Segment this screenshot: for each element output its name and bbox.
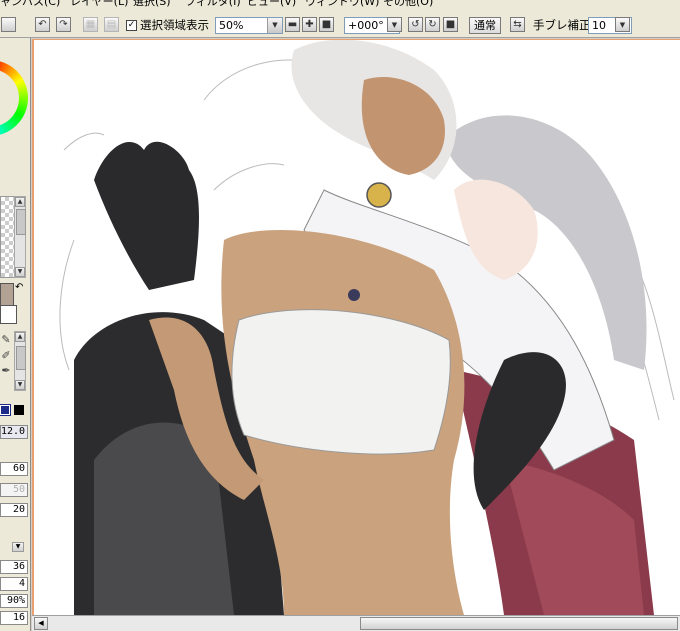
redo-icon: ↷: [59, 19, 68, 30]
brush-tool-icon[interactable]: ✎: [0, 334, 12, 346]
rotate-reset-button[interactable]: ■: [443, 17, 458, 32]
brush-shape-square[interactable]: [14, 405, 24, 415]
flip-button[interactable]: ⇆: [510, 17, 525, 32]
foreground-color-swatch[interactable]: [0, 283, 14, 307]
eraser-tool-icon[interactable]: ✐: [0, 350, 12, 362]
undo-icon: ↶: [38, 19, 47, 30]
deselect-icon: ▦: [85, 19, 96, 30]
scroll-thumb[interactable]: [16, 209, 26, 235]
rotation-value: +000°: [348, 19, 384, 32]
drawing-canvas[interactable]: [32, 39, 680, 615]
param-c-value[interactable]: 90%: [0, 594, 28, 608]
param-a-value[interactable]: 36: [0, 560, 28, 574]
zoom-value: 50%: [219, 19, 244, 32]
arrow-up-icon[interactable]: ▲: [15, 332, 25, 342]
rotate-ccw-button[interactable]: ↺: [408, 17, 423, 32]
minus-icon: ▬: [287, 19, 298, 30]
color-wheel[interactable]: [0, 60, 28, 136]
redo-button[interactable]: ↷: [56, 17, 71, 32]
brush-size-value[interactable]: 12.0: [0, 425, 28, 439]
show-selection-checkbox[interactable]: ✓: [126, 20, 137, 31]
param-b-value[interactable]: 4: [0, 577, 28, 591]
arrow-down-icon[interactable]: ▼: [15, 267, 25, 277]
swatch-scrollbar[interactable]: ▲ ▼: [14, 196, 26, 278]
arrow-left-icon[interactable]: ◀: [34, 617, 48, 630]
scroll-thumb[interactable]: [360, 617, 678, 630]
density-value[interactable]: 60: [0, 462, 28, 476]
menu-other[interactable]: その他(O): [383, 0, 433, 9]
background-color-swatch[interactable]: [0, 305, 17, 324]
zoom-in-button[interactable]: ✚: [302, 17, 317, 32]
toolbar: ↶ ↷ ▦ ▤ ✓ 選択領域表示 50% ▼ ▬ ✚ ■ +000° ▼ ↺ ↻…: [0, 9, 680, 38]
show-selection-label: 選択領域表示: [140, 18, 209, 32]
arrow-down-icon[interactable]: ▼: [12, 542, 24, 552]
menu-canvas[interactable]: ャンバス(C): [0, 0, 60, 9]
param-d-value[interactable]: 16: [0, 611, 28, 625]
stabilizer-label: 手ブレ補正: [533, 18, 591, 32]
clear-selection-button[interactable]: ▤: [104, 17, 119, 32]
menu-selection[interactable]: 選択(S): [133, 0, 171, 9]
chevron-down-icon: ▼: [391, 21, 398, 29]
tool-options-button[interactable]: [1, 17, 16, 32]
brush-shape-round[interactable]: [0, 404, 11, 416]
menu-layer[interactable]: レイヤー(L): [70, 0, 128, 9]
chevron-down-icon: ▼: [619, 21, 626, 29]
blend-mode-button[interactable]: 通常: [469, 17, 501, 34]
swap-colors-icon[interactable]: ↶: [15, 283, 23, 293]
clear-icon: ▤: [106, 19, 117, 30]
horizontal-scrollbar[interactable]: ◀: [32, 615, 680, 631]
arrow-up-icon[interactable]: ▲: [15, 197, 25, 207]
arrow-down-icon[interactable]: ▼: [15, 380, 25, 390]
menu-filter[interactable]: フィルタ(I): [185, 0, 241, 9]
menu-view[interactable]: ビュー(V): [247, 0, 296, 9]
tool-scrollbar[interactable]: ▲ ▼: [14, 331, 26, 391]
undo-button[interactable]: ↶: [35, 17, 50, 32]
menu-bar: ャンバス(C) レイヤー(L) 選択(S) フィルタ(I) ビュー(V) ウィン…: [0, 0, 680, 9]
pen-tool-icon[interactable]: ✒: [0, 365, 12, 377]
square-icon: ■: [321, 19, 332, 30]
stabilizer-dropdown-button[interactable]: ▼: [615, 17, 630, 32]
blending-value[interactable]: 20: [0, 503, 28, 517]
rotate-cw-icon: ↻: [428, 19, 437, 30]
deselect-button[interactable]: ▦: [83, 17, 98, 32]
chevron-down-icon: ▼: [267, 18, 282, 33]
square-icon: ■: [445, 19, 456, 30]
plus-icon: ✚: [305, 19, 314, 30]
rotate-cw-button[interactable]: ↻: [425, 17, 440, 32]
canvas-artwork: [59, 40, 675, 615]
zoom-out-button[interactable]: ▬: [285, 17, 300, 32]
rotate-ccw-icon: ↺: [411, 19, 420, 30]
rotation-dropdown-button[interactable]: ▼: [387, 17, 402, 32]
zoom-select[interactable]: 50% ▼: [215, 17, 283, 34]
left-tool-panel: ▲ ▼ ↶ ✎ ✐ ✒ ▲ ▼ 12.0 60 50 20 ▼ 36 4 90%…: [0, 38, 31, 631]
scroll-thumb[interactable]: [16, 346, 26, 370]
disabled-value: 50: [0, 483, 28, 497]
color-swatch-grid[interactable]: [0, 196, 15, 278]
zoom-reset-button[interactable]: ■: [319, 17, 334, 32]
stabilizer-value: 10: [592, 19, 606, 32]
menu-window[interactable]: ウィンドウ(W): [305, 0, 379, 9]
flip-icon: ⇆: [513, 19, 522, 30]
